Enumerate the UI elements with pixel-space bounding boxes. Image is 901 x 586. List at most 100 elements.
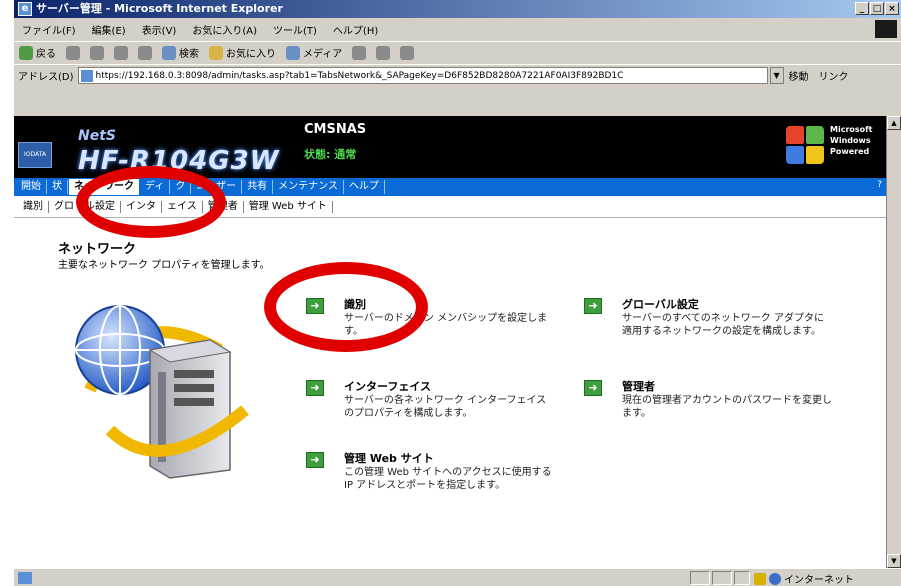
- menu-tools[interactable]: ツール(T): [265, 22, 325, 37]
- task-admin-website[interactable]: ➜ 管理 Web サイト この管理 Web サイトへのアクセスに使用する IP …: [306, 450, 566, 500]
- arrow-right-icon: ➜: [306, 452, 324, 468]
- toolbar: 戻る 検索 お気に入り メディア: [14, 41, 901, 63]
- zone-label: インターネット: [784, 575, 854, 586]
- window-title: サーバー管理 - Microsoft Internet Explorer: [36, 2, 283, 15]
- stop-button[interactable]: [85, 45, 109, 60]
- task-admin-website-link[interactable]: 管理 Web サイト: [344, 450, 434, 466]
- page-status-icon: [18, 571, 32, 584]
- media-icon: [286, 45, 300, 60]
- tab-maintenance[interactable]: メンテナンス: [273, 180, 344, 194]
- tab-status[interactable]: 状: [47, 180, 68, 194]
- status-cell: [690, 571, 710, 585]
- annotation-circle-identity: [264, 262, 428, 352]
- favorites-icon: [209, 45, 223, 60]
- title-bar: e サーバー管理 - Microsoft Internet Explorer _…: [14, 0, 901, 18]
- server-name: CMSNAS: [304, 122, 367, 137]
- menu-favorites[interactable]: お気に入り(A): [184, 22, 265, 37]
- windows-logo-icon: [784, 124, 826, 166]
- windows-text-line3: Powered: [830, 147, 870, 156]
- task-interface-desc: サーバーの各ネットワーク インターフェイスのプロパティを構成します。: [344, 395, 547, 419]
- windows-text-line2: Windows: [830, 136, 871, 145]
- task-interface[interactable]: ➜ インターフェイス サーバーの各ネットワーク インターフェイスのプロパティを構…: [306, 378, 566, 428]
- favorites-label: お気に入り: [226, 49, 276, 60]
- tab-start[interactable]: 開始: [16, 180, 47, 194]
- page-description: 主要なネットワーク プロパティを管理します。: [58, 260, 270, 271]
- task-administrator-link[interactable]: 管理者: [622, 378, 655, 394]
- task-global-settings-desc: サーバーのすべてのネットワーク アダプタに適用するネットワークの設定を構成します…: [622, 313, 824, 337]
- back-arrow-icon: [19, 45, 33, 60]
- windows-powered-text: Microsoft Windows Powered: [830, 124, 872, 157]
- close-button[interactable]: ×: [885, 2, 899, 15]
- windows-text-line1: Microsoft: [830, 125, 873, 134]
- network-server-illustration: [75, 305, 249, 479]
- minimize-button[interactable]: _: [855, 2, 869, 15]
- vertical-scrollbar[interactable]: ▲ ▼: [886, 116, 901, 568]
- arrow-right-icon: ➜: [306, 380, 324, 396]
- security-zone: インターネット: [754, 571, 854, 586]
- menu-bar: ファイル(F) 編集(E) 表示(V) お気に入り(A) ツール(T) ヘルプ(…: [14, 18, 901, 40]
- page-title: ネットワーク: [58, 242, 137, 257]
- status-bar: インターネット: [14, 568, 901, 586]
- subnav-admin-website[interactable]: 管理 Web サイト: [244, 200, 333, 213]
- status-cell: [734, 571, 750, 585]
- refresh-button[interactable]: [109, 45, 133, 60]
- annotation-circle-network-tab: [76, 166, 226, 238]
- task-administrator-desc: 現在の管理者アカウントのパスワードを変更します。: [622, 395, 832, 419]
- left-margin: [0, 0, 14, 586]
- back-label: 戻る: [36, 49, 56, 60]
- arrow-right-icon: ➜: [584, 380, 602, 396]
- print-button[interactable]: [395, 45, 419, 60]
- subnav-identity[interactable]: 識別: [18, 200, 49, 213]
- arrow-right-icon: ➜: [584, 298, 602, 314]
- task-administrator[interactable]: ➜ 管理者 現在の管理者アカウントのパスワードを変更します。: [584, 378, 854, 428]
- server-status: 状態: 通常: [304, 148, 357, 161]
- tab-help[interactable]: ヘルプ: [344, 180, 385, 194]
- refresh-icon: [114, 45, 128, 60]
- links-button[interactable]: リンク: [814, 68, 854, 83]
- forward-button[interactable]: [61, 45, 85, 60]
- stop-icon: [90, 45, 104, 60]
- mail-button[interactable]: [371, 45, 395, 60]
- home-icon: [138, 45, 152, 60]
- search-button[interactable]: 検索: [157, 45, 204, 60]
- brand-name: NetS: [78, 128, 116, 144]
- lock-icon: [754, 572, 766, 585]
- ie-icon: e: [18, 2, 32, 16]
- back-button[interactable]: 戻る: [14, 45, 61, 60]
- status-cell: [712, 571, 732, 585]
- task-admin-website-desc: この管理 Web サイトへのアクセスに使用する IP アドレスとポートを指定しま…: [344, 467, 552, 491]
- mail-icon: [376, 45, 391, 60]
- print-icon: [400, 45, 415, 60]
- browser-window: e サーバー管理 - Microsoft Internet Explorer _…: [0, 0, 901, 586]
- history-icon: [352, 45, 367, 60]
- task-interface-link[interactable]: インターフェイス: [344, 378, 431, 394]
- window-controls: _ □ ×: [855, 2, 899, 15]
- menu-help[interactable]: ヘルプ(H): [325, 22, 386, 37]
- favorites-button[interactable]: お気に入り: [204, 45, 281, 60]
- go-button[interactable]: 移動: [784, 68, 814, 83]
- tab-shares[interactable]: 共有: [242, 180, 274, 194]
- home-button[interactable]: [133, 45, 157, 60]
- windows-flag-icon: [875, 20, 897, 38]
- address-input[interactable]: https://192.168.0.3:8098/admin/tasks.asp…: [77, 67, 768, 84]
- address-dropdown-icon[interactable]: ▼: [769, 67, 784, 84]
- menu-view[interactable]: 表示(V): [134, 22, 185, 37]
- brand-badge: IODATA: [18, 142, 52, 168]
- menu-edit[interactable]: 編集(E): [84, 22, 134, 37]
- address-label: アドレス(D): [18, 72, 74, 83]
- address-url: https://192.168.0.3:8098/admin/tasks.asp…: [95, 70, 624, 81]
- media-label: メディア: [303, 49, 343, 60]
- maximize-button[interactable]: □: [870, 2, 884, 15]
- history-button[interactable]: [347, 45, 371, 60]
- help-question-icon[interactable]: ?: [877, 180, 882, 190]
- forward-arrow-icon: [66, 45, 80, 60]
- task-global-settings[interactable]: ➜ グローバル設定 サーバーのすべてのネットワーク アダプタに適用するネットワー…: [584, 296, 854, 346]
- search-label: 検索: [179, 49, 199, 60]
- task-global-settings-link[interactable]: グローバル設定: [622, 296, 699, 312]
- page-icon: [80, 69, 93, 82]
- scroll-up-icon[interactable]: ▲: [887, 116, 901, 130]
- media-button[interactable]: メディア: [281, 45, 347, 60]
- internet-zone-icon: [769, 572, 781, 585]
- scroll-down-icon[interactable]: ▼: [887, 554, 901, 568]
- menu-file[interactable]: ファイル(F): [14, 22, 84, 37]
